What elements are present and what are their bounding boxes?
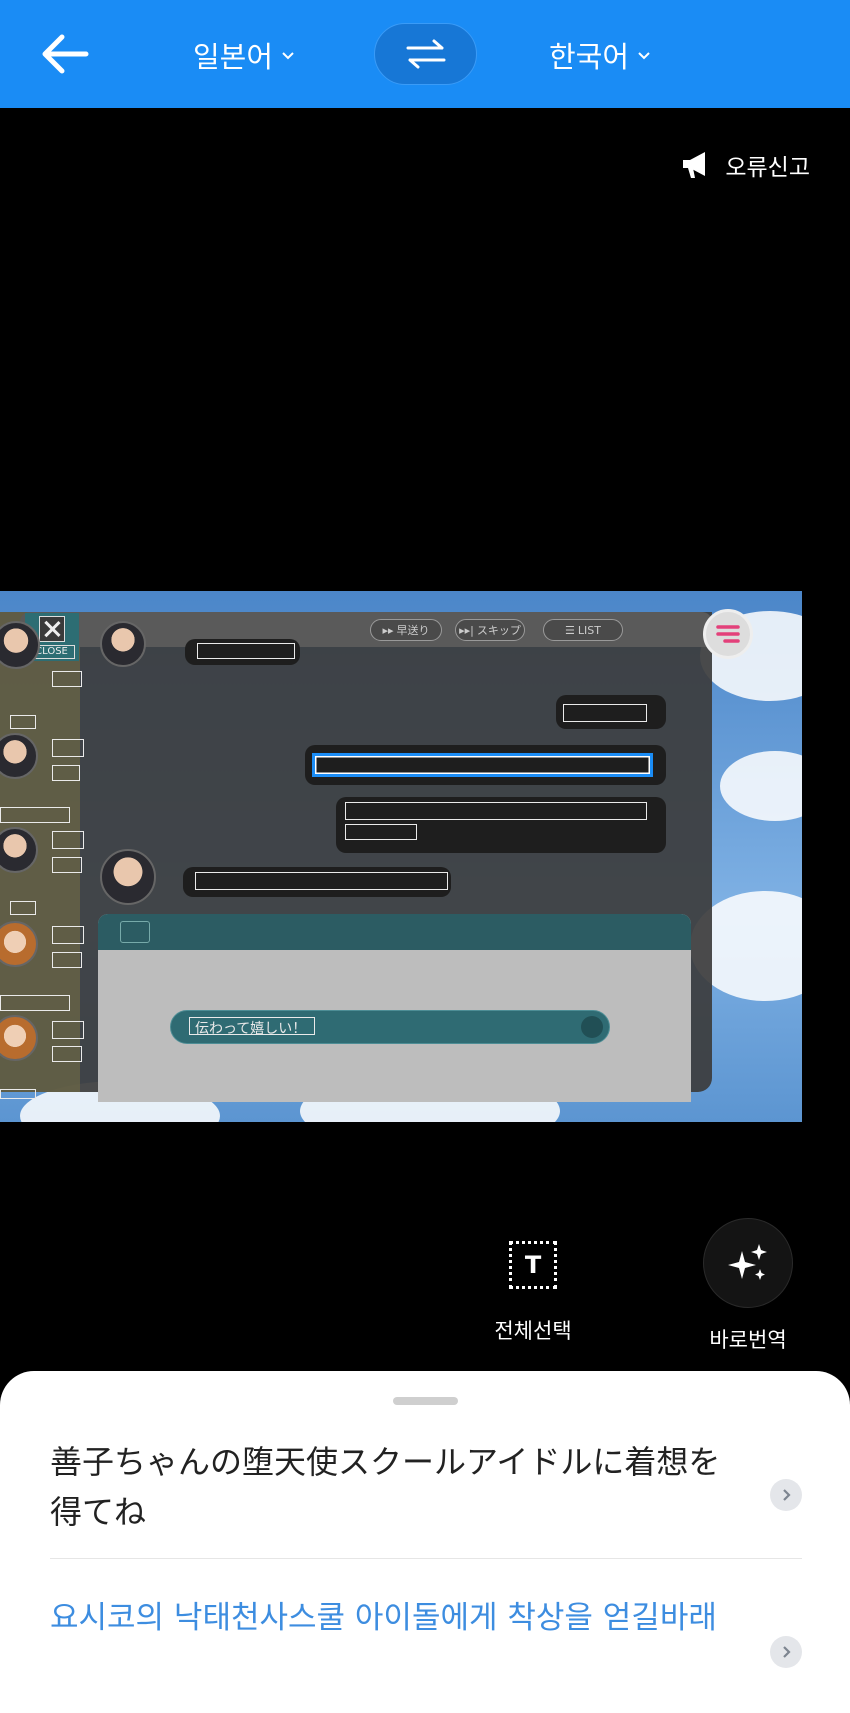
avatar [100, 849, 156, 905]
select-all-label: 전체선택 [494, 1319, 572, 1343]
target-language-select[interactable]: 한국어 [549, 34, 651, 76]
list-icon: ☰ [565, 623, 575, 637]
game-list-label: LIST [577, 623, 601, 637]
source-language-label: 일본어 [193, 40, 274, 74]
report-error-button[interactable]: 오류신고 [681, 148, 810, 182]
ocr-box[interactable] [0, 807, 70, 823]
ocr-box[interactable] [0, 1089, 36, 1099]
choice-option-label: 伝わって嬉しい！ [195, 1021, 307, 1037]
megaphone-icon [683, 152, 706, 178]
select-all-button[interactable]: T 전체선택 [468, 1218, 598, 1345]
swap-icon [406, 39, 445, 69]
menu-icon [716, 625, 740, 643]
ocr-box[interactable] [52, 1046, 82, 1062]
ocr-box[interactable] [52, 952, 82, 968]
ocr-box[interactable] [52, 926, 84, 944]
game-fast-forward-label: 早送り [396, 624, 430, 637]
game-list-button[interactable]: ☰ LIST [543, 619, 623, 641]
ocr-box[interactable] [0, 995, 70, 1011]
ocr-box[interactable] [563, 704, 647, 722]
avatar [100, 621, 146, 667]
captured-image: CLOSE ▸▸ 早送り ▸▸| スキップ ☰ LIST 伝わって嬉しい！ [0, 591, 802, 1122]
send-icon [581, 1016, 603, 1038]
instant-translate-button[interactable]: 바로번역 [683, 1218, 813, 1354]
chevron-right-icon [783, 1646, 791, 1658]
ocr-box[interactable] [52, 739, 84, 757]
translation-detail-button[interactable] [770, 1636, 802, 1668]
ocr-box[interactable] [52, 671, 82, 687]
game-skip-button[interactable]: ▸▸| スキップ [455, 619, 525, 641]
chevron-down-icon [282, 52, 294, 60]
instant-translate-label: 바로번역 [709, 1328, 787, 1352]
ocr-box[interactable] [10, 901, 36, 915]
back-arrow-icon[interactable] [36, 26, 96, 82]
selected-ocr-box[interactable] [312, 753, 653, 777]
chevron-down-icon [638, 52, 650, 60]
game-skip-label: スキップ [476, 624, 521, 637]
source-language-select[interactable]: 일본어 [193, 34, 295, 76]
divider [50, 1558, 802, 1559]
keyboard-icon [120, 921, 150, 943]
choice-card-header [98, 914, 691, 950]
choice-option[interactable]: 伝わって嬉しい！ [170, 1010, 610, 1044]
target-language-label: 한국어 [549, 40, 630, 74]
ocr-box[interactable] [195, 872, 448, 890]
source-text: 善子ちゃんの堕天使スクールアイドルに着想を得てね [50, 1443, 721, 1531]
ocr-box[interactable] [10, 715, 36, 729]
ocr-box[interactable] [52, 857, 82, 873]
sparkle-button [703, 1218, 793, 1308]
skip-icon: ▸▸| [459, 623, 474, 637]
ocr-box[interactable] [345, 824, 417, 840]
sparkle-icon [728, 1244, 767, 1280]
game-fast-forward-button[interactable]: ▸▸ 早送り [370, 619, 442, 641]
close-icon [39, 616, 65, 642]
swap-languages-button[interactable] [374, 23, 477, 85]
ocr-box[interactable] [197, 643, 295, 659]
chevron-right-icon [783, 1489, 791, 1501]
top-bar: 일본어 한국어 [0, 0, 850, 108]
fast-forward-icon: ▸▸ [382, 623, 394, 637]
translated-text: 요시코의 낙태천사스쿨 아이돌에게 착상을 얻길바래 [50, 1600, 717, 1636]
text-select-icon: T [509, 1241, 557, 1289]
sheet-drag-handle[interactable] [393, 1397, 458, 1405]
ocr-box[interactable] [52, 765, 80, 781]
game-menu-button[interactable] [703, 609, 753, 659]
choice-card: 伝わって嬉しい！ [98, 914, 691, 1102]
report-error-label: 오류신고 [725, 155, 810, 181]
ocr-box[interactable] [345, 802, 647, 820]
ocr-box[interactable] [52, 1021, 84, 1039]
source-detail-button[interactable] [770, 1479, 802, 1511]
result-sheet: 善子ちゃんの堕天使スクールアイドルに着想を得てね 요시코의 낙태천사스쿨 아이돌… [0, 1371, 850, 1713]
ocr-box[interactable] [52, 831, 84, 849]
